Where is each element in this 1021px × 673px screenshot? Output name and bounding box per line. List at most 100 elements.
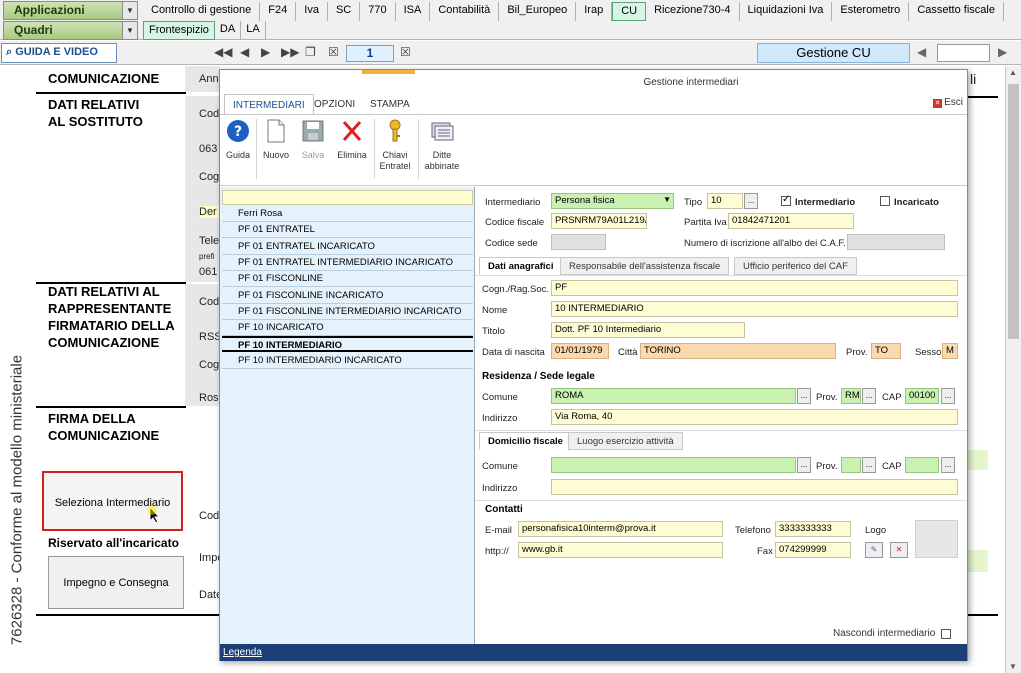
cognome-field[interactable]: PF <box>551 280 958 296</box>
dom-comune-field[interactable] <box>551 457 796 473</box>
tab-domicilio-fiscale[interactable]: Domicilio fiscale <box>479 432 572 450</box>
res-prov-lookup-button[interactable]: ... <box>862 388 876 404</box>
esci-button[interactable]: ✕ Esci <box>933 97 963 108</box>
dom-prov-lookup-button[interactable]: ... <box>862 457 876 473</box>
http-field[interactable]: www.gb.it <box>518 542 723 558</box>
tab-luogo-esercizio[interactable]: Luogo esercizio attività <box>568 432 683 450</box>
list-item[interactable]: Ferri Rosa <box>222 206 473 222</box>
tab-module-liquidazioni-iva[interactable]: Liquidazioni Iva <box>740 2 833 21</box>
incaricato-checkbox[interactable] <box>880 196 890 206</box>
telefono-field[interactable]: 3333333333 <box>775 521 851 537</box>
tab-dati-anagrafici[interactable]: Dati anagrafici <box>479 257 563 275</box>
next-page-icon[interactable]: ▶ <box>261 45 270 59</box>
dom-prov-field[interactable] <box>841 457 861 473</box>
logo-image-box[interactable] <box>915 520 958 558</box>
cap-field[interactable]: 00100 <box>905 388 939 404</box>
dom-cap-field[interactable] <box>905 457 939 473</box>
list-item[interactable]: PF 01 ENTRATEL INTERMEDIARIO INCARICATO <box>222 255 473 271</box>
tab-module-cu[interactable]: CU <box>612 2 647 21</box>
list-item[interactable]: PF 01 FISCONLINE INTERMEDIARIO INCARICAT… <box>222 304 473 320</box>
tab-module-bil-europeo[interactable]: Bil_Europeo <box>499 2 577 21</box>
tab-quadro-frontespizio[interactable]: Frontespizio <box>143 21 215 40</box>
tab-module-iva[interactable]: Iva <box>296 2 328 21</box>
nuovo-button[interactable]: Nuovo <box>260 119 292 161</box>
remove-page-icon[interactable]: ☒ <box>400 45 411 59</box>
list-item[interactable]: PF 01 FISCONLINE INCARICATO <box>222 288 473 304</box>
gestione-cu-button[interactable]: Gestione CU <box>757 43 910 63</box>
tab-module-esterometro[interactable]: Esterometro <box>832 2 910 21</box>
albo-caf-field[interactable] <box>847 234 945 250</box>
nascondi-checkbox[interactable] <box>941 629 951 639</box>
cap-lookup-button[interactable]: ... <box>941 388 955 404</box>
list-item[interactable]: PF 01 ENTRATEL INCARICATO <box>222 239 473 255</box>
tab-quadro-la[interactable]: LA <box>241 21 266 40</box>
next-record-icon[interactable]: ▶ <box>998 45 1007 59</box>
comune-lookup-button[interactable]: ... <box>797 388 811 404</box>
tab-module-isa[interactable]: ISA <box>396 2 431 21</box>
tab-responsabile-assistenza[interactable]: Responsabile dell'assistenza fiscale <box>560 257 730 275</box>
tab-quadro-da[interactable]: DA <box>215 21 242 40</box>
codice-sede-field[interactable] <box>551 234 606 250</box>
tab-opzioni[interactable]: OPZIONI <box>306 94 363 114</box>
guida-video-button[interactable]: ⌕ GUIDA E VIDEO <box>1 43 117 63</box>
res-prov-field[interactable]: RM <box>841 388 861 404</box>
list-item[interactable]: PF 10 INTERMEDIARIO INCARICATO <box>222 353 473 369</box>
dom-comune-lookup-button[interactable]: ... <box>797 457 811 473</box>
citta-field[interactable]: TORINO <box>640 343 836 359</box>
tab-module-contabilit-[interactable]: Contabilità <box>430 2 500 21</box>
list-item[interactable]: PF 10 INCARICATO <box>222 320 473 337</box>
indirizzo-field[interactable]: Via Roma, 40 <box>551 409 958 425</box>
sesso-field[interactable]: M <box>942 343 958 359</box>
tab-module-cassetto-fiscale[interactable]: Cassetto fiscale <box>909 2 1004 21</box>
tab-module-770[interactable]: 770 <box>360 2 396 21</box>
comune-field[interactable]: ROMA <box>551 388 796 404</box>
scroll-down-icon[interactable]: ▼ <box>1009 662 1017 671</box>
codice-fiscale-field[interactable]: PRSNRM79A01L219A <box>551 213 647 229</box>
chevron-down-icon[interactable]: ▼ <box>122 2 137 19</box>
tab-module-irap[interactable]: Irap <box>576 2 613 21</box>
dom-indirizzo-field[interactable] <box>551 479 958 495</box>
applicazioni-dropdown[interactable]: Applicazioni ▼ <box>3 1 138 20</box>
logo-edit-button[interactable]: ✎ <box>865 542 883 558</box>
guida-button[interactable]: ? Guida <box>224 119 252 161</box>
copy-page-icon[interactable]: ❐ <box>305 45 316 59</box>
tab-module-ricezione730-4[interactable]: Ricezione730-4 <box>646 2 740 21</box>
page-number[interactable]: 1 <box>346 45 394 62</box>
fax-field[interactable]: 074299999 <box>775 542 851 558</box>
dom-cap-lookup-button[interactable]: ... <box>941 457 955 473</box>
intermediario-select[interactable]: Persona fisica ▼ <box>551 193 674 209</box>
tab-stampa[interactable]: STAMPA <box>362 94 418 114</box>
chiavi-entratel-button[interactable]: Chiavi Entratel <box>378 119 412 172</box>
scroll-up-icon[interactable]: ▲ <box>1009 68 1017 77</box>
tipo-field[interactable]: 10 <box>707 193 743 209</box>
list-item[interactable]: PF 01 ENTRATEL <box>222 222 473 239</box>
data-nascita-field[interactable]: 01/01/1979 <box>551 343 609 359</box>
ditte-abbinate-button[interactable]: Ditte abbinate <box>422 119 462 172</box>
partita-iva-field[interactable]: 01842471201 <box>728 213 854 229</box>
nome-field[interactable]: 10 INTERMEDIARIO <box>551 301 958 317</box>
prev-record-icon[interactable]: ◀ <box>917 45 926 59</box>
quadri-dropdown[interactable]: Quadri ▼ <box>3 21 138 40</box>
tab-module-sc[interactable]: SC <box>328 2 361 21</box>
record-input[interactable] <box>937 44 990 62</box>
delete-page-icon[interactable]: ☒ <box>328 45 339 59</box>
intermediario-checkbox[interactable] <box>781 194 791 206</box>
tab-ufficio-periferico[interactable]: Ufficio periferico del CAF <box>734 257 857 275</box>
chevron-down-icon[interactable]: ▼ <box>122 22 137 39</box>
elimina-button[interactable]: Elimina <box>334 119 370 161</box>
impegno-consegna-button[interactable]: Impegno e Consegna <box>48 556 184 609</box>
tipo-lookup-button[interactable]: ... <box>744 193 758 209</box>
list-item[interactable]: PF 01 FISCONLINE <box>222 271 473 288</box>
scroll-thumb[interactable] <box>1008 84 1019 339</box>
prov-field[interactable]: TO <box>871 343 901 359</box>
tab-module-f24[interactable]: F24 <box>260 2 297 21</box>
email-field[interactable]: personafisica10interm@prova.it <box>518 521 723 537</box>
titolo-field[interactable]: Dott. PF 10 Intermediario <box>551 322 745 338</box>
first-page-icon[interactable]: ◀◀ <box>214 45 232 59</box>
list-item[interactable]: PF 10 INTERMEDIARIO <box>222 336 473 353</box>
last-page-icon[interactable]: ▶▶ <box>281 45 299 59</box>
vertical-scrollbar[interactable]: ▲ ▼ <box>1005 66 1021 673</box>
legenda-link[interactable]: Legenda <box>223 647 262 658</box>
list-search-input[interactable] <box>222 190 473 205</box>
salva-button[interactable]: Salva <box>298 119 328 161</box>
